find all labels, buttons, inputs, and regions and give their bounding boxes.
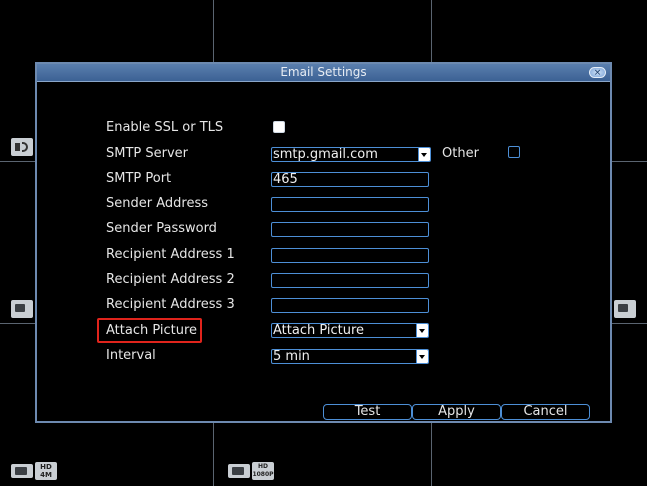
smtp-server-select[interactable]: smtp.gmail.com	[271, 147, 431, 162]
resolution-tag: HD 1080P	[252, 462, 274, 480]
apply-button[interactable]: Apply	[412, 404, 501, 420]
test-button[interactable]: Test	[323, 404, 412, 420]
camera-icon	[11, 464, 33, 478]
recipient-address-1-input[interactable]	[271, 248, 429, 263]
sender-password-label: Sender Password	[106, 221, 217, 236]
ssl-checkbox[interactable]	[273, 121, 285, 133]
recipient-address-3-input[interactable]	[271, 298, 429, 313]
smtp-port-input[interactable]: 465	[271, 172, 429, 187]
close-button[interactable]: ×	[589, 67, 606, 78]
smtp-server-label: SMTP Server	[106, 146, 189, 161]
recipient-address-2-input[interactable]	[271, 273, 429, 288]
email-settings-dialog: Email Settings × Enable SSL or TLS SMTP …	[35, 62, 612, 423]
dialog-titlebar: Email Settings ×	[37, 64, 610, 82]
interval-value: 5 min	[273, 349, 310, 364]
sender-address-label: Sender Address	[106, 196, 208, 211]
interval-label: Interval	[106, 348, 156, 363]
smtp-port-label: SMTP Port	[106, 171, 172, 186]
sender-password-input[interactable]	[271, 222, 429, 237]
recipient-address-3-label: Recipient Address 3	[106, 297, 235, 312]
interval-select[interactable]: 5 min	[271, 349, 429, 364]
speaker-icon[interactable]	[11, 138, 33, 156]
attach-picture-value: Attach Picture	[273, 323, 365, 338]
other-checkbox[interactable]	[508, 146, 520, 158]
camera-icon	[228, 464, 250, 478]
dialog-title: Email Settings	[280, 65, 367, 79]
ssl-label: Enable SSL or TLS	[106, 120, 224, 135]
other-label: Other	[442, 146, 479, 161]
sender-address-input[interactable]	[271, 197, 429, 212]
hd-4m-badge: HD 4M	[11, 462, 57, 480]
resolution-tag: HD 4M	[35, 462, 57, 480]
attach-picture-select[interactable]: Attach Picture	[271, 323, 429, 338]
chevron-down-icon[interactable]	[416, 350, 428, 363]
attach-picture-label: Attach Picture	[106, 323, 198, 338]
hd-1080p-badge: HD 1080P	[228, 462, 274, 480]
recipient-address-2-label: Recipient Address 2	[106, 272, 235, 287]
camera-icon	[11, 300, 33, 318]
chevron-down-icon[interactable]	[418, 148, 430, 161]
smtp-server-value: smtp.gmail.com	[273, 147, 378, 162]
recipient-address-1-label: Recipient Address 1	[106, 247, 235, 262]
camera-icon	[614, 300, 636, 318]
cancel-button[interactable]: Cancel	[501, 404, 590, 420]
chevron-down-icon[interactable]	[416, 324, 428, 337]
